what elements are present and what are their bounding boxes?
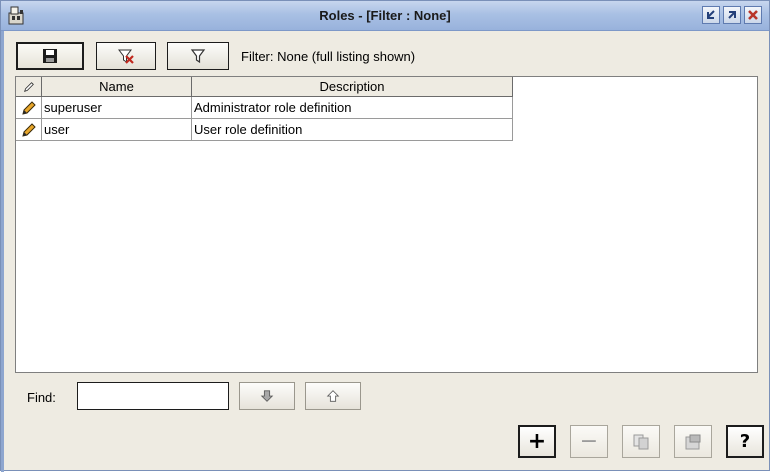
close-icon: [748, 10, 758, 20]
window-title: Roles - [Filter : None]: [319, 8, 451, 23]
find-input[interactable]: [77, 382, 229, 410]
find-label: Find:: [27, 390, 56, 405]
add-button[interactable]: +: [518, 425, 556, 458]
floppy-disk-icon: [43, 49, 57, 63]
save-button[interactable]: [16, 42, 84, 70]
maximize-button[interactable]: [723, 6, 741, 24]
funnel-icon: [190, 49, 206, 64]
minimize-icon: [707, 10, 715, 19]
table-row-name[interactable]: superuser: [42, 97, 192, 119]
table-row-edit-cell[interactable]: [16, 119, 42, 141]
add-label: +: [527, 428, 547, 454]
maximize-icon: [728, 11, 736, 19]
help-button[interactable]: ?: [726, 425, 764, 458]
pencil-icon: [21, 122, 36, 137]
remove-button[interactable]: −: [570, 425, 608, 458]
find-previous-button[interactable]: [305, 382, 361, 410]
table-row-edit-cell[interactable]: [16, 97, 42, 119]
properties-button[interactable]: [674, 425, 712, 458]
close-button[interactable]: [744, 6, 762, 24]
arrow-down-icon: [260, 390, 274, 402]
pencil-icon: [23, 82, 34, 92]
window-border: [1, 31, 4, 472]
filter-status: Filter: None (full listing shown): [241, 49, 416, 64]
remove-label: −: [579, 428, 599, 454]
funnel-x-icon: [118, 49, 134, 64]
roles-window: Roles - [Filter : None] Filter: None (fu…: [0, 0, 770, 472]
table-row-name[interactable]: user: [42, 119, 192, 141]
column-header-edit[interactable]: [16, 77, 42, 97]
roles-table[interactable]: Name Description superuser Administrator…: [15, 76, 758, 373]
arrow-up-icon: [326, 390, 340, 402]
properties-icon: [685, 434, 701, 449]
table-row-description[interactable]: User role definition: [192, 119, 513, 141]
help-label: ?: [739, 430, 751, 452]
copy-icon: [633, 434, 649, 449]
column-header-description[interactable]: Description: [192, 77, 513, 97]
table-row-description[interactable]: Administrator role definition: [192, 97, 513, 119]
copy-button[interactable]: [622, 425, 660, 458]
filter-button[interactable]: [167, 42, 229, 70]
column-header-name[interactable]: Name: [42, 77, 192, 97]
find-next-button[interactable]: [239, 382, 295, 410]
title-bar[interactable]: Roles - [Filter : None]: [1, 1, 769, 31]
minimize-button[interactable]: [702, 6, 720, 24]
pencil-icon: [21, 100, 36, 115]
clear-filter-button[interactable]: [96, 42, 156, 70]
